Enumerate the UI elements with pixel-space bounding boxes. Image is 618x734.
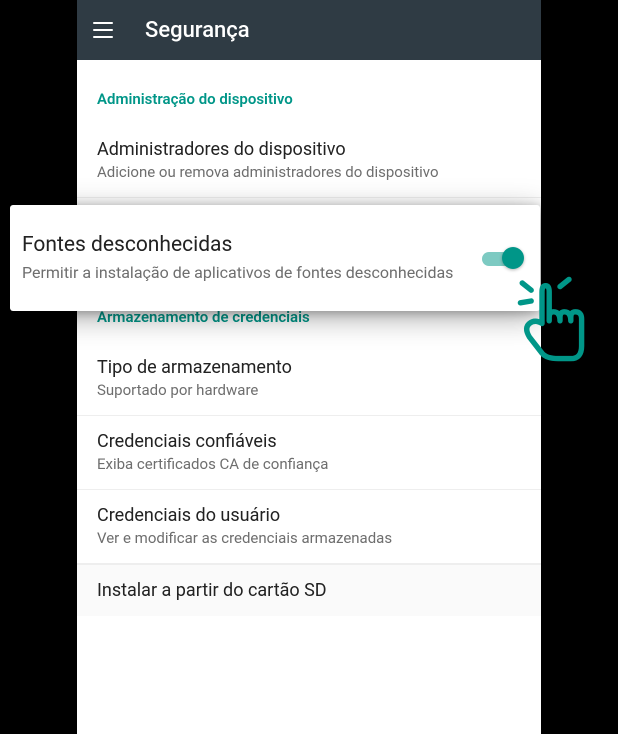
unknown-sources-toggle[interactable]	[480, 244, 524, 272]
item-title: Administradores do dispositivo	[97, 138, 521, 161]
item-title: Tipo de armazenamento	[97, 356, 521, 379]
unknown-sources-text: Fontes desconhecidas Permitir a instalaç…	[22, 232, 480, 283]
menu-icon[interactable]	[93, 18, 117, 42]
item-storage-type[interactable]: Tipo de armazenamento Suportado por hard…	[77, 342, 541, 416]
item-user-credentials[interactable]: Credenciais do usuário Ver e modificar a…	[77, 490, 541, 564]
item-title: Fontes desconhecidas	[22, 232, 470, 258]
item-subtitle: Suportado por hardware	[97, 381, 521, 401]
appbar: Segurança	[77, 0, 541, 60]
item-trusted-credentials[interactable]: Credenciais confiáveis Exiba certificado…	[77, 416, 541, 490]
section-header-admin: Administração do dispositivo	[77, 60, 541, 124]
item-title: Credenciais confiáveis	[97, 430, 521, 453]
item-unknown-sources[interactable]: Fontes desconhecidas Permitir a instalaç…	[10, 205, 540, 311]
item-device-admins[interactable]: Administradores do dispositivo Adicione …	[77, 124, 541, 198]
toggle-thumb	[502, 247, 524, 269]
item-install-from-sd[interactable]: Instalar a partir do cartão SD	[77, 564, 541, 616]
appbar-title: Segurança	[145, 18, 250, 43]
section-credentials: Armazenamento de credenciais Tipo de arm…	[77, 298, 541, 616]
item-subtitle: Adicione ou remova administradores do di…	[97, 163, 521, 183]
pointing-hand-icon	[506, 274, 596, 364]
content: Administração do dispositivo Administrad…	[77, 60, 541, 734]
item-subtitle: Exiba certificados CA de confiança	[97, 455, 521, 475]
item-title: Credenciais do usuário	[97, 504, 521, 527]
settings-screen: Segurança Administração do dispositivo A…	[77, 0, 541, 734]
item-subtitle: Ver e modificar as credenciais armazenad…	[97, 529, 521, 549]
item-subtitle: Permitir a instalação de aplicativos de …	[22, 263, 470, 284]
item-title: Instalar a partir do cartão SD	[97, 579, 521, 602]
